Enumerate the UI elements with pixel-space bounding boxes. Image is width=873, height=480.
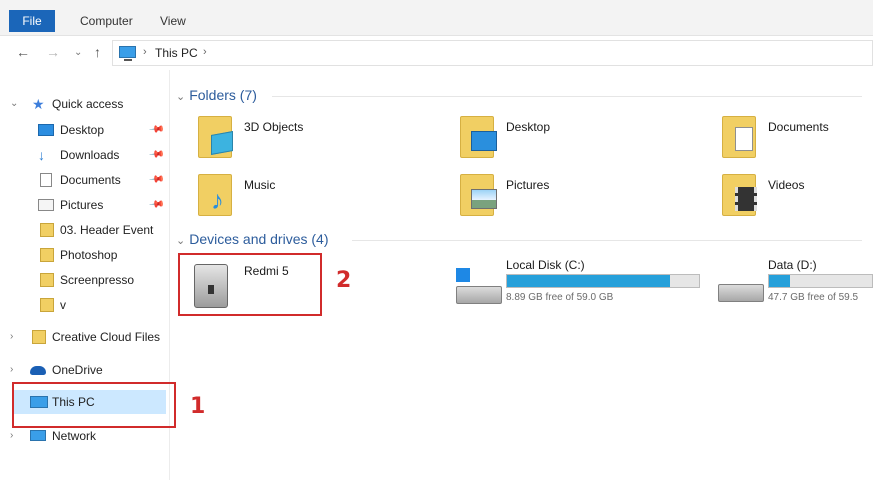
sidebar-item-label: Desktop bbox=[60, 123, 105, 137]
chevron-right-icon[interactable]: › bbox=[10, 358, 13, 382]
device-label: Data (D:) bbox=[768, 258, 817, 272]
tab-view[interactable]: View bbox=[150, 10, 196, 32]
sidebar-item-desktop[interactable]: Desktop 📌 bbox=[0, 118, 168, 142]
phone-icon bbox=[194, 264, 228, 308]
sidebar-item-label: Creative Cloud Files bbox=[52, 330, 161, 344]
breadcrumb-this-pc[interactable]: This PC bbox=[155, 46, 198, 60]
sidebar-item-documents[interactable]: Documents 📌 bbox=[0, 168, 168, 192]
up-arrow-icon[interactable]: ↑ bbox=[94, 44, 101, 60]
downloads-icon: ↓ bbox=[38, 147, 45, 163]
sidebar-item-v[interactable]: v bbox=[0, 293, 168, 317]
sidebar-item-label: Downloads bbox=[60, 148, 120, 162]
pictures-folder-icon bbox=[460, 174, 497, 216]
windows-logo-icon bbox=[456, 268, 470, 282]
sidebar-item-onedrive[interactable]: › OneDrive bbox=[0, 358, 168, 382]
sidebar-item-header-event[interactable]: 03. Header Event bbox=[0, 218, 168, 242]
music-folder-icon: ♪ bbox=[198, 174, 232, 216]
sidebar-item-label: Pictures bbox=[60, 198, 104, 212]
pictures-icon bbox=[38, 199, 54, 211]
back-arrow-icon[interactable]: ← bbox=[16, 44, 30, 60]
star-icon: ★ bbox=[32, 96, 45, 112]
sidebar-item-label: Screenpresso bbox=[60, 273, 135, 287]
sidebar-item-label: v bbox=[60, 298, 66, 312]
pin-icon[interactable]: 📌 bbox=[144, 167, 169, 193]
sidebar-item-pictures[interactable]: Pictures 📌 bbox=[0, 193, 168, 217]
annotation-number-1: 1 bbox=[190, 394, 206, 419]
chevron-right-icon[interactable]: › bbox=[10, 325, 13, 349]
device-free-space: 8.89 GB free of 59.0 GB bbox=[506, 292, 614, 303]
folder-label: Videos bbox=[768, 178, 805, 192]
chevron-down-icon[interactable]: ⌄ bbox=[176, 91, 185, 103]
devices-group-header[interactable]: ⌄ Devices and drives (4) bbox=[176, 228, 329, 250]
folders-group-label: Folders (7) bbox=[189, 87, 257, 103]
folder-icon bbox=[40, 273, 54, 287]
content-pane: ⌄ Folders (7) 3D Objects Desktop Document… bbox=[172, 70, 873, 480]
drive-icon bbox=[718, 284, 764, 302]
documents-folder-icon bbox=[722, 116, 756, 158]
desktop-folder-icon bbox=[460, 116, 497, 158]
folder-documents[interactable]: Documents bbox=[722, 116, 872, 166]
folder-3d-objects[interactable]: 3D Objects bbox=[198, 116, 438, 166]
pin-icon[interactable]: 📌 bbox=[144, 117, 169, 143]
tab-computer[interactable]: Computer bbox=[70, 10, 143, 32]
sidebar-item-label: OneDrive bbox=[52, 363, 103, 377]
breadcrumb[interactable]: › This PC › bbox=[112, 40, 873, 66]
tab-file[interactable]: File bbox=[9, 10, 55, 32]
folder-pictures[interactable]: Pictures bbox=[460, 174, 700, 224]
this-pc-highlight-box bbox=[12, 382, 176, 428]
disk-usage-fill bbox=[769, 275, 790, 287]
device-free-space: 47.7 GB free of 59.5 bbox=[768, 292, 859, 303]
sidebar-item-label: 03. Header Event bbox=[60, 223, 154, 237]
device-label: Local Disk (C:) bbox=[506, 258, 585, 272]
folder-label: 3D Objects bbox=[244, 120, 304, 134]
folder-label: Music bbox=[244, 178, 276, 192]
group-divider bbox=[352, 240, 862, 241]
sidebar-item-label: Photoshop bbox=[60, 248, 118, 262]
disk-usage-bar bbox=[506, 274, 700, 288]
chevron-down-icon[interactable]: ⌄ bbox=[10, 92, 18, 116]
devices-group-label: Devices and drives (4) bbox=[189, 231, 329, 247]
annotation-number-2: 2 bbox=[336, 268, 352, 293]
network-icon bbox=[30, 430, 46, 441]
windows-drive-icon bbox=[456, 286, 502, 304]
folder-desktop[interactable]: Desktop bbox=[460, 116, 700, 166]
folders-group-header[interactable]: ⌄ Folders (7) bbox=[176, 84, 257, 106]
device-label: Redmi 5 bbox=[244, 264, 289, 278]
creative-cloud-folder-icon bbox=[32, 330, 46, 344]
sidebar-item-quick-access[interactable]: ⌄ ★ Quick access bbox=[0, 92, 168, 116]
breadcrumb-separator-icon[interactable]: › bbox=[203, 46, 207, 58]
breadcrumb-separator-icon[interactable]: › bbox=[143, 46, 147, 58]
sidebar-item-label: Documents bbox=[60, 173, 121, 187]
folder-music[interactable]: ♪ Music bbox=[198, 174, 438, 224]
disk-usage-fill bbox=[507, 275, 671, 287]
folder-icon bbox=[40, 223, 54, 237]
sidebar-item-label: Quick access bbox=[52, 97, 124, 111]
documents-icon bbox=[40, 173, 52, 187]
this-pc-icon bbox=[119, 46, 136, 61]
address-bar: ← → ⌄ ↑ › This PC › bbox=[0, 36, 873, 70]
folder-label: Documents bbox=[768, 120, 829, 134]
desktop-icon bbox=[38, 124, 54, 136]
ribbon: File Computer View bbox=[0, 0, 873, 36]
folder-icon bbox=[40, 298, 54, 312]
folder-icon bbox=[40, 248, 54, 262]
sidebar-item-creative-cloud[interactable]: › Creative Cloud Files bbox=[0, 325, 168, 349]
folder-videos[interactable]: Videos bbox=[722, 174, 872, 224]
sidebar-item-screenpresso[interactable]: Screenpresso bbox=[0, 268, 168, 292]
sidebar-item-photoshop[interactable]: Photoshop bbox=[0, 243, 168, 267]
sidebar-item-downloads[interactable]: ↓ Downloads 📌 bbox=[0, 143, 168, 167]
folder-label: Pictures bbox=[506, 178, 550, 192]
recent-locations-chevron-icon[interactable]: ⌄ bbox=[74, 47, 82, 58]
chevron-down-icon[interactable]: ⌄ bbox=[176, 235, 185, 247]
forward-arrow-icon[interactable]: → bbox=[46, 44, 60, 60]
pin-icon[interactable]: 📌 bbox=[144, 142, 169, 168]
group-divider bbox=[272, 96, 862, 97]
3d-objects-folder-icon bbox=[198, 116, 233, 158]
videos-folder-icon bbox=[722, 174, 757, 216]
cloud-icon bbox=[30, 366, 46, 375]
folder-label: Desktop bbox=[506, 120, 551, 134]
pin-icon[interactable]: 📌 bbox=[144, 192, 169, 218]
disk-usage-bar bbox=[768, 274, 873, 288]
